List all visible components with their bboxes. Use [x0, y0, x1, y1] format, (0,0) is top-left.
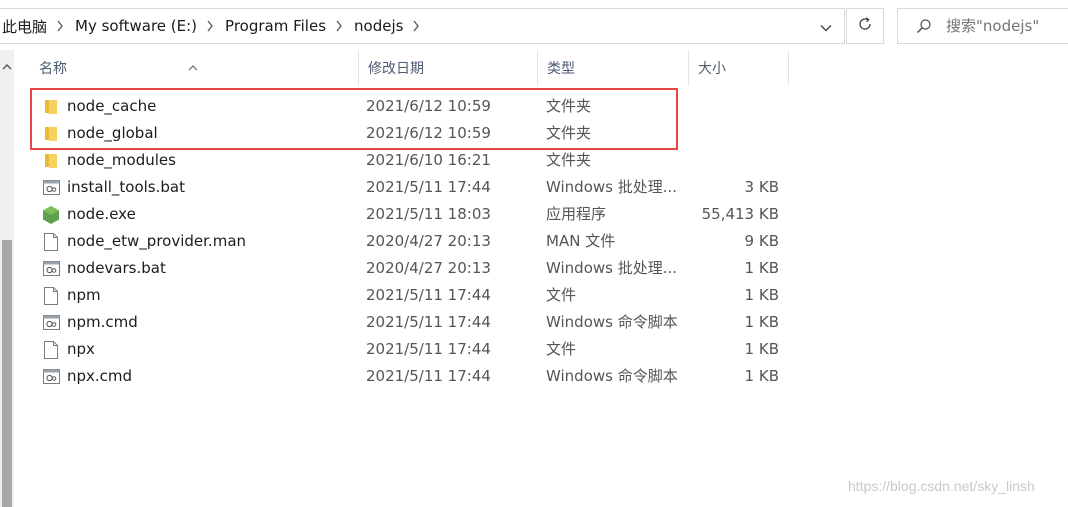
watermark: https://blog.csdn.net/sky_linsh	[848, 478, 1035, 494]
breadcrumb-this-pc[interactable]: 此电脑	[0, 16, 47, 37]
file-type: Windows 命令脚本	[546, 367, 678, 385]
scroll-up-icon[interactable]	[2, 56, 12, 75]
file-modified-date: 2021/6/10 16:21	[366, 151, 491, 169]
column-type-label: 类型	[547, 61, 575, 77]
file-icon	[42, 228, 60, 255]
file-row[interactable]: node.exe 2021/5/11 18:03 应用程序 55,413 KB	[30, 201, 790, 228]
file-name[interactable]: nodevars.bat	[67, 255, 166, 282]
file-name[interactable]: npm	[67, 282, 101, 309]
address-row: 此电脑 My software (E:) Program Files nodej…	[0, 0, 1068, 50]
file-row[interactable]: npm 2021/5/11 17:44 文件 1 KB	[30, 282, 790, 309]
file-type: 文件	[546, 286, 577, 304]
file-row[interactable]: npx 2021/5/11 17:44 文件 1 KB	[30, 336, 790, 363]
file-name[interactable]: npx.cmd	[67, 363, 132, 390]
column-header-size[interactable]: 大小	[689, 50, 789, 86]
chevron-right-icon[interactable]	[47, 19, 73, 34]
batch-file-icon	[42, 174, 60, 201]
column-header-type[interactable]: 类型	[538, 50, 689, 86]
file-type: Windows 批处理...	[546, 259, 678, 277]
search-input[interactable]	[946, 17, 1046, 35]
file-size: 1 KB	[744, 259, 779, 277]
search-box[interactable]	[897, 8, 1068, 44]
file-size: 9 KB	[744, 232, 779, 250]
chevron-right-icon[interactable]	[197, 19, 223, 34]
file-modified-date: 2021/5/11 17:44	[366, 367, 491, 385]
file-row[interactable]: npm.cmd 2021/5/11 17:44 Windows 命令脚本 1 KB	[30, 309, 790, 336]
file-modified-date: 2021/5/11 17:44	[366, 340, 491, 358]
file-modified-date: 2021/5/11 18:03	[366, 205, 491, 223]
nodejs-icon	[42, 201, 60, 228]
file-row[interactable]: install_tools.bat 2021/5/11 17:44 Windows …	[30, 174, 790, 201]
file-modified-date: 2020/4/27 20:13	[366, 259, 491, 277]
refresh-icon	[857, 16, 873, 36]
batch-file-icon	[42, 255, 60, 282]
file-size: 1 KB	[744, 313, 779, 331]
file-modified-date: 2021/5/11 17:44	[366, 286, 491, 304]
column-header-date[interactable]: 修改日期	[359, 50, 538, 86]
batch-file-icon	[42, 309, 60, 336]
file-icon	[42, 282, 60, 309]
batch-file-icon	[42, 363, 60, 390]
file-modified-date: 2020/4/27 20:13	[366, 232, 491, 250]
column-name-label: 名称	[39, 61, 67, 77]
search-icon	[916, 18, 932, 34]
breadcrumb-drive[interactable]: My software (E:)	[73, 17, 197, 35]
scrollbar-thumb[interactable]	[2, 240, 12, 507]
file-name[interactable]: npm.cmd	[67, 309, 138, 336]
file-type: 文件	[546, 340, 577, 358]
file-modified-date: 2021/5/11 17:44	[366, 178, 491, 196]
chevron-right-icon[interactable]	[326, 19, 352, 34]
file-name[interactable]: node_modules	[67, 147, 176, 174]
column-size-label: 大小	[698, 61, 726, 77]
file-name[interactable]: npx	[67, 336, 95, 363]
folder-icon	[42, 147, 60, 174]
breadcrumb-nodejs[interactable]: nodejs	[352, 17, 403, 35]
column-header: 名称 修改日期 类型 大小	[30, 50, 790, 86]
column-header-name[interactable]: 名称	[30, 50, 359, 86]
file-type: Windows 命令脚本	[546, 313, 678, 331]
file-name[interactable]: node.exe	[67, 201, 136, 228]
file-type: MAN 文件	[546, 232, 616, 250]
file-row[interactable]: node_etw_provider.man 2020/4/27 20:13 MAN …	[30, 228, 790, 255]
file-size: 55,413 KB	[701, 205, 779, 223]
file-row[interactable]: nodevars.bat 2020/4/27 20:13 Windows 批处理..…	[30, 255, 790, 282]
address-bar[interactable]: 此电脑 My software (E:) Program Files nodej…	[0, 8, 845, 44]
file-row[interactable]: npx.cmd 2021/5/11 17:44 Windows 命令脚本 1 KB	[30, 363, 790, 390]
chevron-down-icon	[820, 17, 832, 36]
file-size: 1 KB	[744, 367, 779, 385]
file-type: 文件夹	[546, 151, 592, 169]
sort-ascending-icon	[188, 50, 198, 88]
vertical-scrollbar[interactable]	[0, 50, 14, 507]
file-size: 3 KB	[744, 178, 779, 196]
refresh-button[interactable]	[846, 8, 884, 44]
breadcrumb-program-files[interactable]: Program Files	[223, 17, 326, 35]
file-type: 应用程序	[546, 205, 607, 223]
file-size: 1 KB	[744, 340, 779, 358]
highlight-box	[30, 88, 678, 150]
address-history-dropdown[interactable]	[812, 12, 840, 40]
file-type: Windows 批处理...	[546, 178, 678, 196]
file-icon	[42, 336, 60, 363]
file-size: 1 KB	[744, 286, 779, 304]
file-name[interactable]: install_tools.bat	[67, 174, 185, 201]
file-modified-date: 2021/5/11 17:44	[366, 313, 491, 331]
file-row[interactable]: node_modules 2021/6/10 16:21 文件夹	[30, 147, 790, 174]
column-date-label: 修改日期	[368, 61, 424, 77]
chevron-right-icon[interactable]	[403, 19, 429, 34]
file-name[interactable]: node_etw_provider.man	[67, 228, 246, 255]
